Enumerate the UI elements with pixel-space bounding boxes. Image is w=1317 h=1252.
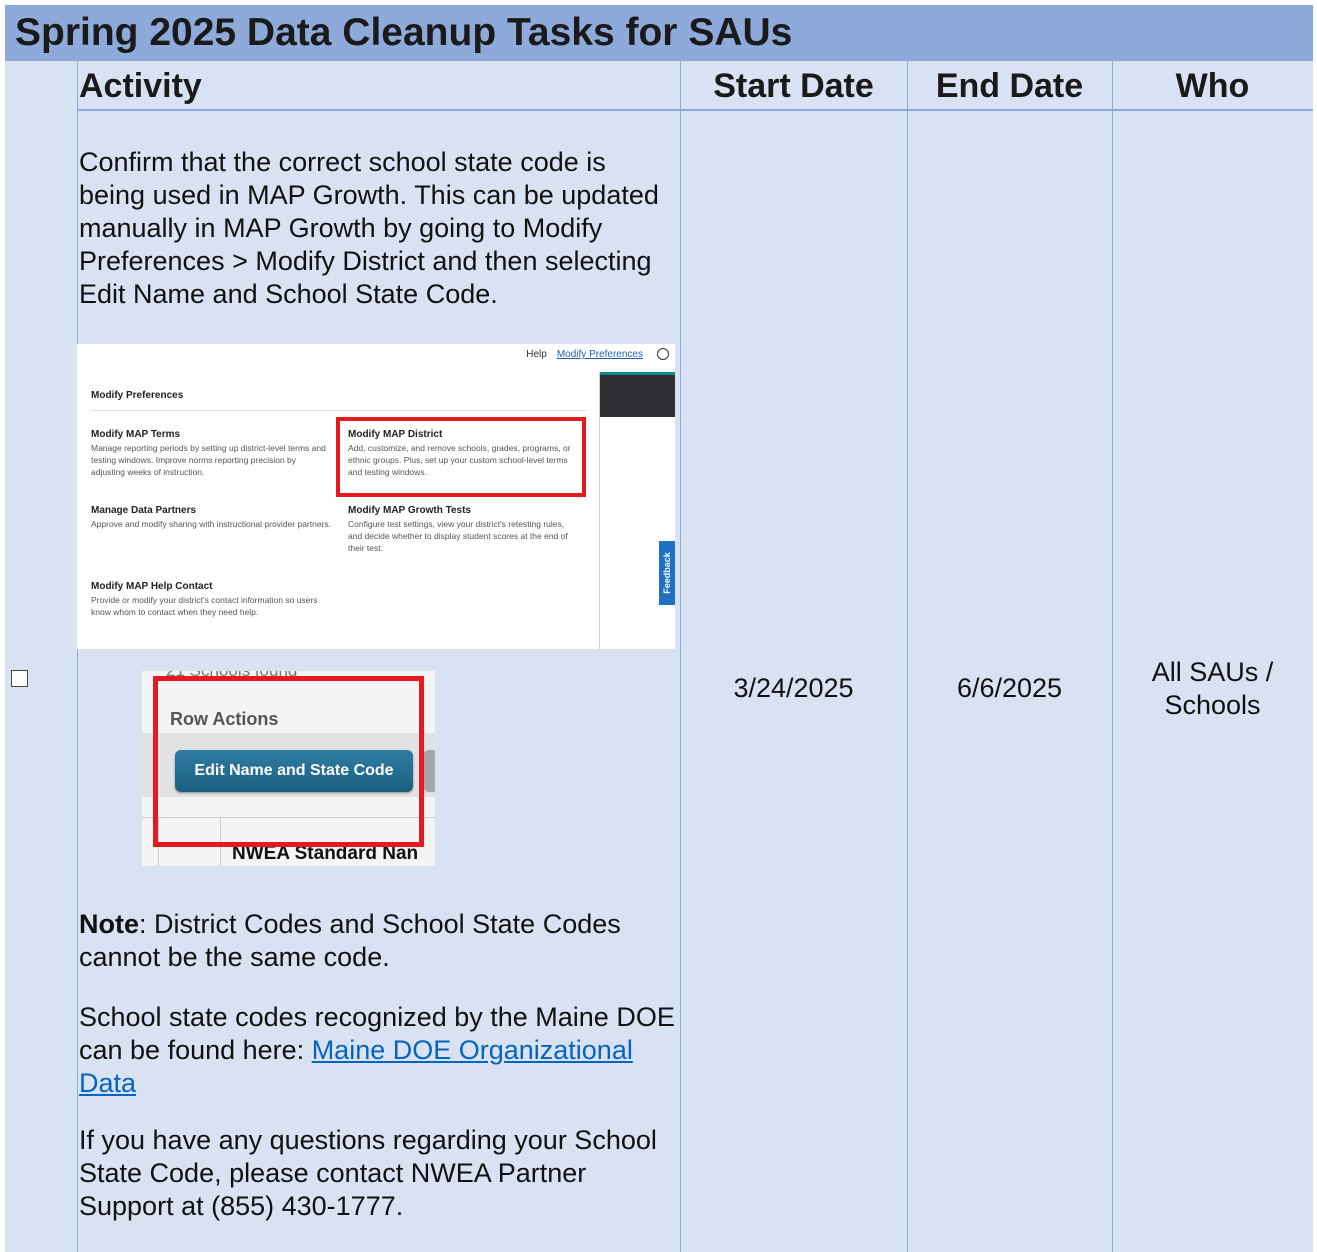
pref-item: Manage Data Partners Approve and modify … xyxy=(91,505,331,530)
pref-item-desc: Configure test settings, view your distr… xyxy=(348,519,568,553)
codes-paragraph: School state codes recognized by the Mai… xyxy=(79,1001,677,1100)
column-divider xyxy=(77,61,78,1252)
feedback-label: Feedback xyxy=(662,552,672,594)
row-actions-screenshot: 21 Schools found Row Actions Edit Name a… xyxy=(142,671,435,866)
pref-item: Modify MAP Terms Manage reporting period… xyxy=(91,429,331,478)
note-paragraph: Note: District Codes and School State Co… xyxy=(79,908,677,974)
pref-item-title: Modify MAP Growth Tests xyxy=(348,505,471,516)
modify-preferences-screenshot: Help Modify Preferences Modify Preference… xyxy=(77,344,675,649)
pref-item: Modify MAP Growth Tests Configure test s… xyxy=(348,505,580,554)
title-band: Spring 2025 Data Cleanup Tasks for SAUs xyxy=(5,5,1313,61)
column-divider xyxy=(907,61,908,1252)
header-start-date: Start Date xyxy=(713,67,874,105)
pref-item-title: Modify MAP Terms xyxy=(91,429,181,440)
header-activity: Activity xyxy=(79,67,202,105)
questions-paragraph: If you have any questions regarding your… xyxy=(79,1125,657,1221)
dark-panel xyxy=(600,372,675,417)
feedback-tab: Feedback xyxy=(659,541,675,605)
start-date-value: 3/24/2025 xyxy=(733,673,854,703)
activity-intro: Confirm that the correct school state co… xyxy=(79,147,659,309)
task-checkbox[interactable] xyxy=(11,670,28,687)
pref-item-desc: Manage reporting periods by setting up d… xyxy=(91,443,326,477)
pref-item: Modify MAP Help Contact Provide or modif… xyxy=(91,581,331,618)
screenshot-heading: Modify Preferences xyxy=(91,390,184,401)
who-value: All SAUs / Schools xyxy=(1151,657,1274,720)
note-label: Note xyxy=(79,909,139,939)
pref-item-desc: Provide or modify your district's contac… xyxy=(91,595,318,617)
column-divider xyxy=(1112,61,1113,1252)
heading-rule xyxy=(91,410,587,411)
header-who: Who xyxy=(1175,67,1250,105)
pref-item-title: Modify MAP Help Contact xyxy=(91,581,213,592)
highlight-box xyxy=(153,676,424,847)
column-divider xyxy=(680,61,681,1252)
header-divider xyxy=(77,109,1313,111)
pref-item-title: Manage Data Partners xyxy=(91,505,197,516)
end-date-value: 6/6/2025 xyxy=(956,673,1063,703)
modify-preferences-link: Modify Preferences xyxy=(556,349,643,360)
user-icon xyxy=(657,348,669,360)
help-link: Help xyxy=(526,349,547,360)
header-end-date: End Date xyxy=(935,67,1084,105)
next-button-edge xyxy=(423,750,435,792)
pref-item-desc: Approve and modify sharing with instruct… xyxy=(91,519,332,529)
document-page: Spring 2025 Data Cleanup Tasks for SAUs … xyxy=(5,5,1313,1252)
note-text: : District Codes and School State Codes … xyxy=(79,909,621,972)
screenshot-top-nav: Help Modify Preferences xyxy=(526,348,669,360)
page-title: Spring 2025 Data Cleanup Tasks for SAUs xyxy=(15,11,793,54)
panel-divider xyxy=(599,372,600,649)
highlight-box xyxy=(336,417,586,497)
task-table: Activity Start Date End Date Who Confirm… xyxy=(5,61,1313,1252)
